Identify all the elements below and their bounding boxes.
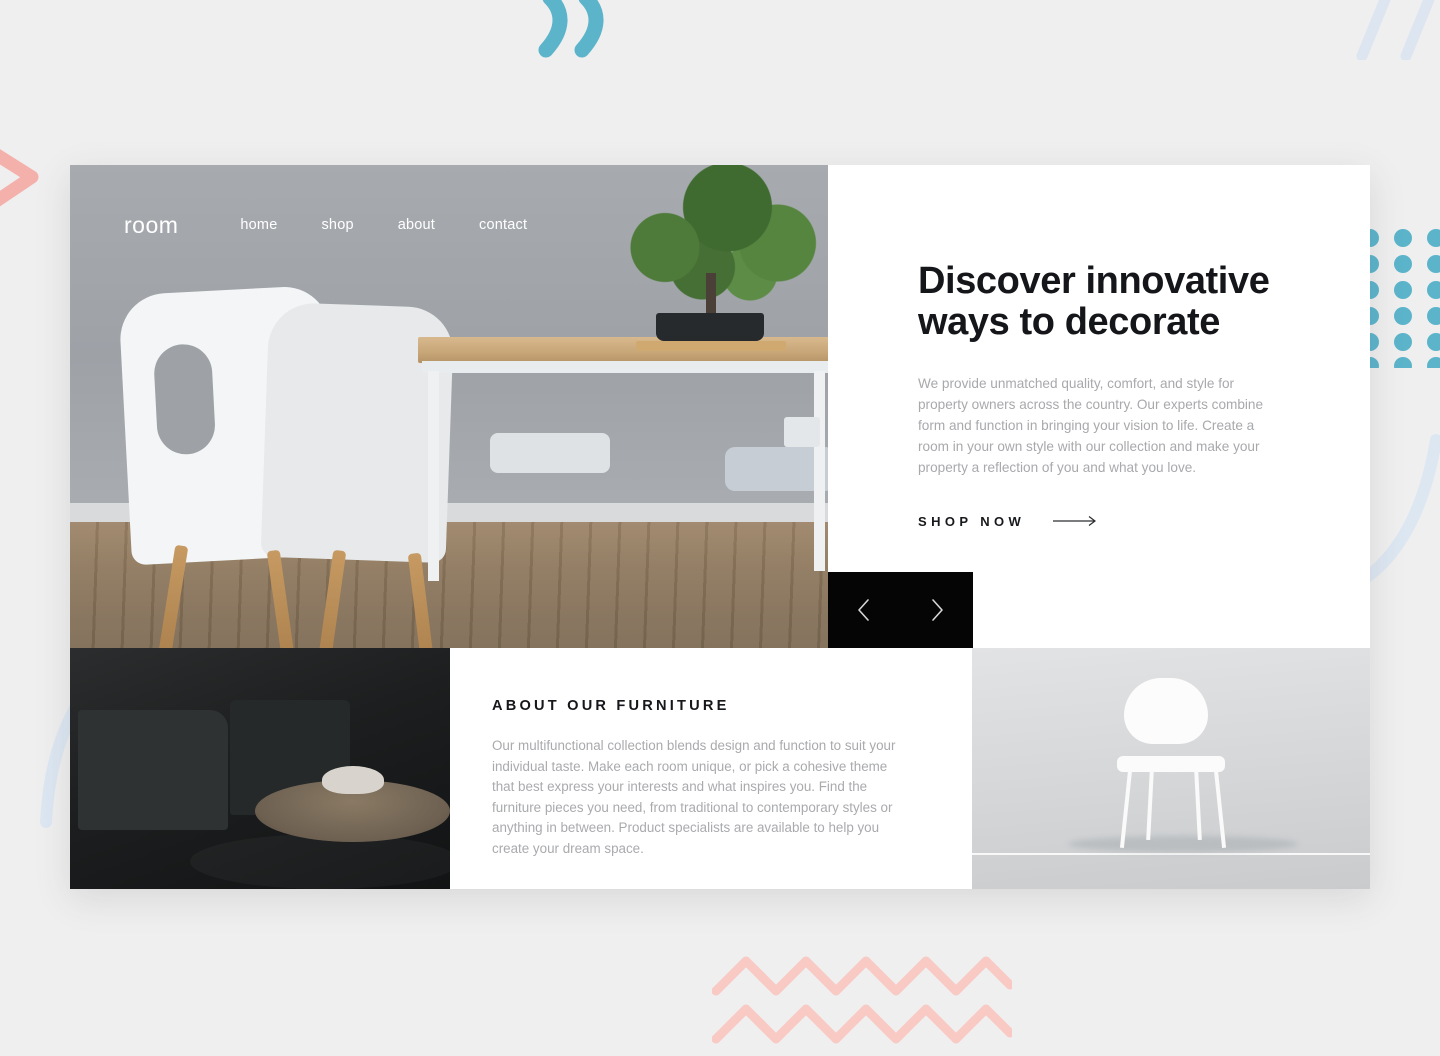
chair-shadow — [1068, 836, 1298, 852]
white-chair-leg — [1194, 769, 1202, 841]
dark-rug — [190, 834, 450, 889]
chevron-left-icon — [858, 599, 870, 621]
chair-far-left — [490, 433, 610, 473]
chevron-right-icon — [931, 599, 943, 621]
shop-now-label: SHOP NOW — [918, 513, 1026, 529]
chair-backrest-cutout — [152, 342, 217, 456]
about-section: ABOUT OUR FURNITURE Our multifunctional … — [70, 648, 1370, 889]
website-preview-card: room home shop about contact Discover in… — [70, 165, 1370, 889]
site-logo[interactable]: room — [124, 212, 178, 239]
shop-now-button[interactable]: SHOP NOW — [918, 514, 1099, 529]
about-right-image — [972, 648, 1370, 889]
nav-link-contact[interactable]: contact — [479, 217, 527, 233]
wall-outlet — [784, 417, 820, 447]
carousel-prev-button[interactable] — [856, 598, 872, 622]
chair-far-right — [725, 447, 828, 491]
site-navigation: room home shop about contact — [70, 165, 828, 285]
arrow-right-icon — [1053, 516, 1097, 527]
white-chair-leg — [1146, 769, 1154, 841]
nav-links: home shop about contact — [240, 217, 527, 233]
nav-link-shop[interactable]: shop — [321, 217, 353, 233]
white-chair-backrest — [1124, 678, 1208, 744]
table-bowl — [322, 766, 384, 794]
bonsai-pot — [656, 313, 764, 341]
chevron-arrow-decoration — [0, 149, 39, 207]
carousel-controls — [828, 572, 973, 648]
about-text-panel: ABOUT OUR FURNITURE Our multifunctional … — [450, 648, 972, 889]
floor-line — [972, 853, 1370, 855]
nav-link-about[interactable]: about — [398, 217, 435, 233]
hero-section: room home shop about contact Discover in… — [70, 165, 1370, 648]
carousel-next-button[interactable] — [929, 598, 945, 622]
bonsai-tray — [636, 341, 786, 351]
table-leg — [814, 371, 825, 571]
dark-sofa — [78, 710, 228, 830]
diagonal-slashes-decoration — [1356, 0, 1435, 60]
table-leg — [428, 371, 439, 581]
white-chair-seat — [1117, 756, 1225, 772]
hero-image: room home shop about contact — [70, 165, 828, 648]
quote-marks-decoration — [538, 0, 604, 58]
about-title: ABOUT OUR FURNITURE — [492, 698, 730, 714]
about-paragraph: Our multifunctional collection blends de… — [492, 738, 896, 856]
about-left-image — [70, 648, 450, 889]
hero-title: Discover innovative ways to decorate — [918, 260, 1270, 343]
dining-table-apron — [422, 361, 828, 373]
dot-grid-decoration — [1361, 229, 1440, 368]
hero-paragraph: We provide unmatched quality, comfort, a… — [918, 376, 1264, 475]
zigzag-decoration — [712, 956, 1012, 1044]
nav-link-home[interactable]: home — [240, 217, 277, 233]
